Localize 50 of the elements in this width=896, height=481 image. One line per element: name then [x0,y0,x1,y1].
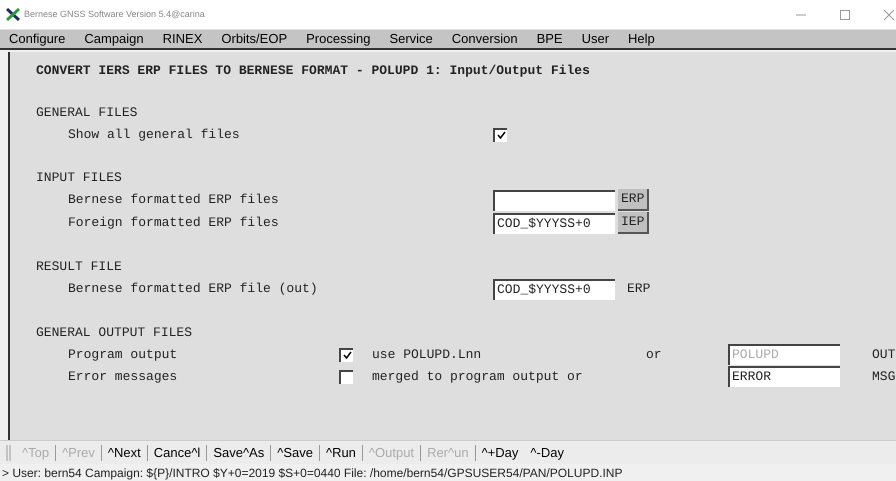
section-heading: GENERAL OUTPUT FILES [36,324,192,342]
toolbar-button[interactable]: Save^As [207,442,270,462]
menu-item[interactable]: Configure [6,29,68,49]
checkbox[interactable] [493,128,507,142]
option-label: Show all general files [68,126,240,142]
menu-item[interactable]: User [578,29,612,49]
toolbar-button[interactable]: ^Save [271,442,319,462]
menu-item[interactable]: Help [625,29,658,49]
toolbar-button[interactable]: ^+Day [476,442,524,462]
option-label: Bernese formatted ERP files [68,192,279,208]
check-icon [496,131,506,140]
menu-item[interactable]: BPE [534,29,566,49]
menu-item[interactable]: Orbits/EOP [218,29,290,49]
checkbox[interactable] [339,370,353,384]
section-heading: GENERAL FILES [36,104,138,122]
option-label: Bernese formatted ERP file (out) [68,281,318,296]
extension-label: ERP [627,280,650,298]
status-text: > User: bern54 Campaign: ${P}/INTRO $Y+0=2019 $S+0=0440 File: /home/bern54/GPSUSER54/PAN/POLUPD.INP [2,464,622,481]
toolbar-button[interactable]: Cance^l [148,442,206,462]
file-field[interactable]: COD_$YYYSS+0 [493,212,615,234]
option-label: Error messages [68,368,178,384]
option-label: Foreign formatted ERP files [68,215,279,230]
toolbar-button[interactable]: ^Run [320,442,362,462]
option-label: Program output [68,346,178,362]
toolbar-button[interactable]: ^-Day [524,442,570,462]
menu-item[interactable]: RINEX [160,29,206,49]
grip-icon [6,444,12,460]
menu-item[interactable]: Conversion [448,29,521,49]
or-label: or [646,346,662,362]
extension-button[interactable]: IEP [618,212,650,234]
file-field[interactable] [493,190,615,210]
extension-label: OUT [872,346,896,364]
window-title: Bernese GNSS Software Version 5.4@carina [24,8,205,21]
menu-item[interactable]: Campaign [81,29,147,49]
toolbar-button[interactable]: ^Next [102,442,147,462]
option-text: merged to program output or [372,368,583,384]
maximize-icon[interactable] [840,10,850,20]
file-field[interactable]: ERROR [728,366,840,387]
close-icon[interactable] [884,10,894,20]
extension-button[interactable]: ERP [618,189,650,211]
extension-label: MSG [872,368,896,386]
panel-title: CONVERT IERS ERP FILES TO BERNESE FORMAT - POLUPD 1: Input/Output Files [35,62,591,80]
x-logo-icon [6,8,20,21]
option-text: use POLUPD.Lnn [372,346,482,362]
file-field[interactable]: COD_$YYYSS+0 [493,278,615,300]
menu-item[interactable]: Processing [303,29,374,49]
check-icon [342,351,352,360]
menu-item[interactable]: Service [386,29,436,49]
section-heading: RESULT FILE [36,258,122,276]
section-heading: INPUT FILES [36,168,122,187]
